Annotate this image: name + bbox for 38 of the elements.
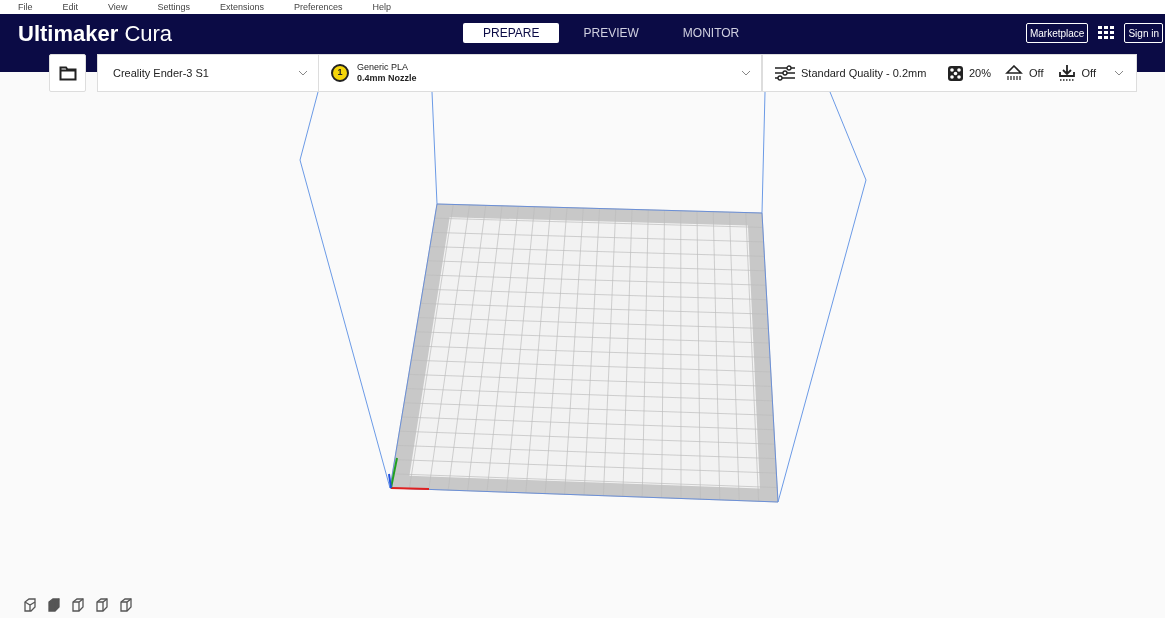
extruder-badge: 1: [331, 64, 349, 82]
menu-item[interactable]: File: [18, 2, 33, 12]
chevron-down-icon: [298, 70, 308, 76]
view-cube-icon[interactable]: [47, 598, 61, 612]
apps-grid-icon[interactable]: [1098, 26, 1115, 40]
material-name: Generic PLA: [357, 62, 409, 73]
menu-item[interactable]: Help: [372, 2, 391, 12]
menu-item[interactable]: Preferences: [293, 2, 343, 12]
stage-tab[interactable]: PREVIEW: [563, 23, 659, 43]
view-cube-icon[interactable]: [23, 598, 37, 612]
menu-item[interactable]: Edit: [62, 2, 79, 12]
adhesion-value: Off: [1081, 65, 1096, 81]
app-logo: Ultimaker Cura: [18, 20, 173, 48]
menu-item[interactable]: Extensions: [219, 2, 264, 12]
chevron-down-icon: [1114, 70, 1124, 76]
folder-icon: [58, 65, 77, 81]
view-cube-icon[interactable]: [95, 598, 109, 612]
support-value: Off: [1029, 65, 1044, 81]
material-selector[interactable]: 1 Generic PLA 0.4mm Nozzle: [319, 54, 762, 92]
stage-tab[interactable]: PREPARE: [463, 23, 560, 43]
view-cube-icon[interactable]: [71, 598, 85, 612]
marketplace-button[interactable]: Marketplace: [1025, 23, 1089, 43]
sign-in-button[interactable]: Sign in: [1124, 23, 1163, 43]
chevron-down-icon: [741, 70, 751, 76]
infill-icon: [948, 65, 963, 81]
menu-item[interactable]: View: [108, 2, 128, 12]
printer-selector[interactable]: Creality Ender-3 S1: [97, 54, 319, 92]
nozzle-size: 0.4mm Nozzle: [357, 73, 417, 84]
stage-tab[interactable]: MONITOR: [662, 23, 760, 43]
menu-item[interactable]: Settings: [157, 2, 190, 12]
infill-value: 20%: [969, 65, 992, 81]
sliders-icon: [775, 65, 795, 81]
print-settings-selector[interactable]: Standard Quality - 0.2mm 20% Off Off: [762, 54, 1137, 92]
adhesion-icon: [1057, 64, 1076, 82]
support-icon: [1005, 65, 1024, 81]
view-cube-icon[interactable]: [119, 598, 133, 612]
open-file-button[interactable]: [49, 54, 86, 92]
quality-profile: Standard Quality - 0.2mm: [801, 65, 927, 81]
